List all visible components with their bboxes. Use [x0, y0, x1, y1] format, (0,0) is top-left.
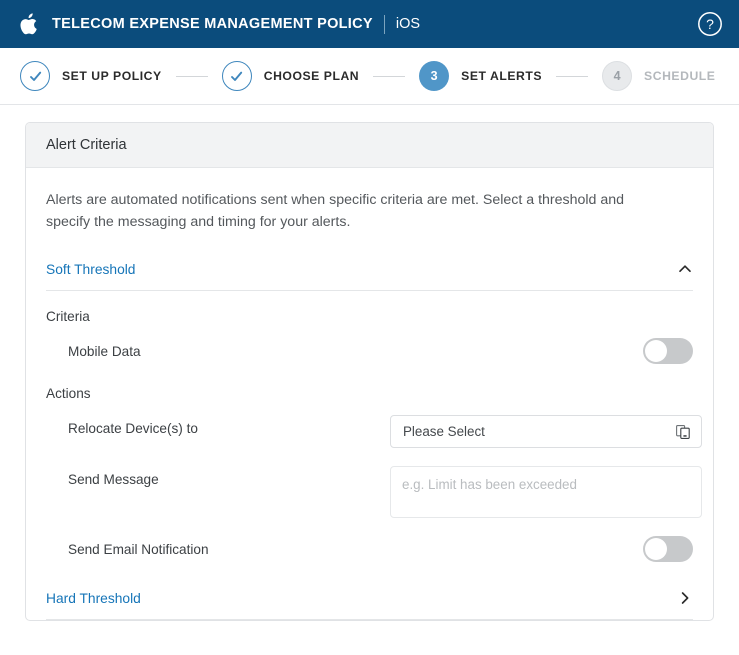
step-connector-3: [556, 76, 588, 77]
toggle-knob: [645, 538, 667, 560]
send-email-notification-toggle[interactable]: [643, 536, 693, 562]
toggle-knob: [645, 340, 667, 362]
apple-logo-icon: [18, 12, 38, 36]
send-message-placeholder: e.g. Limit has been exceeded: [402, 477, 577, 492]
platform-label: iOS: [396, 16, 420, 32]
relocate-devices-label: Relocate Device(s) to: [68, 415, 390, 436]
step-choose-plan[interactable]: CHOOSE PLAN: [222, 61, 359, 91]
chevron-up-icon[interactable]: [677, 261, 693, 277]
criteria-group-label: Criteria: [46, 309, 693, 324]
relocate-devices-value: Please Select: [403, 424, 485, 439]
step-4-label: SCHEDULE: [644, 69, 715, 83]
step-1-circle: [20, 61, 50, 91]
check-icon: [229, 69, 244, 84]
app-header: TELECOM EXPENSE MANAGEMENT POLICY iOS ?: [0, 0, 739, 48]
svg-text:?: ?: [706, 16, 714, 32]
hard-threshold-title: Hard Threshold: [46, 591, 141, 606]
relocate-devices-select[interactable]: Please Select: [390, 415, 702, 448]
copy-devices-icon[interactable]: [675, 424, 691, 440]
row-send-message: Send Message e.g. Limit has been exceede…: [46, 466, 693, 518]
alert-criteria-card: Alert Criteria Alerts are automated noti…: [25, 122, 714, 621]
step-1-label: SET UP POLICY: [62, 69, 162, 83]
soft-threshold-header[interactable]: Soft Threshold: [46, 255, 693, 291]
send-email-notification-label: Send Email Notification: [68, 536, 390, 557]
send-message-textarea[interactable]: e.g. Limit has been exceeded: [390, 466, 702, 518]
soft-threshold-title: Soft Threshold: [46, 262, 135, 277]
step-connector-1: [176, 76, 208, 77]
step-2-label: CHOOSE PLAN: [264, 69, 359, 83]
send-message-label: Send Message: [68, 466, 390, 487]
row-mobile-data: Mobile Data: [46, 338, 693, 368]
page-content: Alert Criteria Alerts are automated noti…: [0, 105, 739, 621]
step-connector-2: [373, 76, 405, 77]
step-set-up-policy[interactable]: SET UP POLICY: [20, 61, 162, 91]
help-circle-icon[interactable]: ?: [697, 11, 723, 37]
step-4-circle: 4: [602, 61, 632, 91]
step-set-alerts[interactable]: 3 SET ALERTS: [419, 61, 542, 91]
intro-text: Alerts are automated notifications sent …: [46, 190, 671, 233]
actions-group-label: Actions: [46, 386, 693, 401]
card-body: Alerts are automated notifications sent …: [26, 168, 713, 620]
mobile-data-label: Mobile Data: [68, 338, 390, 359]
row-relocate-devices: Relocate Device(s) to Please Select: [46, 415, 693, 448]
step-schedule[interactable]: 4 SCHEDULE: [602, 61, 715, 91]
step-3-label: SET ALERTS: [461, 69, 542, 83]
row-send-email-notification: Send Email Notification: [46, 536, 693, 566]
step-3-circle: 3: [419, 61, 449, 91]
check-icon: [28, 69, 43, 84]
chevron-right-icon[interactable]: [677, 590, 693, 606]
card-header: Alert Criteria: [26, 123, 713, 168]
hard-threshold-header[interactable]: Hard Threshold: [46, 584, 693, 620]
page-title: TELECOM EXPENSE MANAGEMENT POLICY: [52, 16, 373, 32]
header-divider: [384, 15, 385, 34]
step-2-circle: [222, 61, 252, 91]
soft-threshold-body: Criteria Mobile Data Actions Relocate De…: [46, 291, 693, 566]
mobile-data-toggle[interactable]: [643, 338, 693, 364]
wizard-stepper: SET UP POLICY CHOOSE PLAN 3 SET ALERTS 4…: [0, 48, 739, 105]
